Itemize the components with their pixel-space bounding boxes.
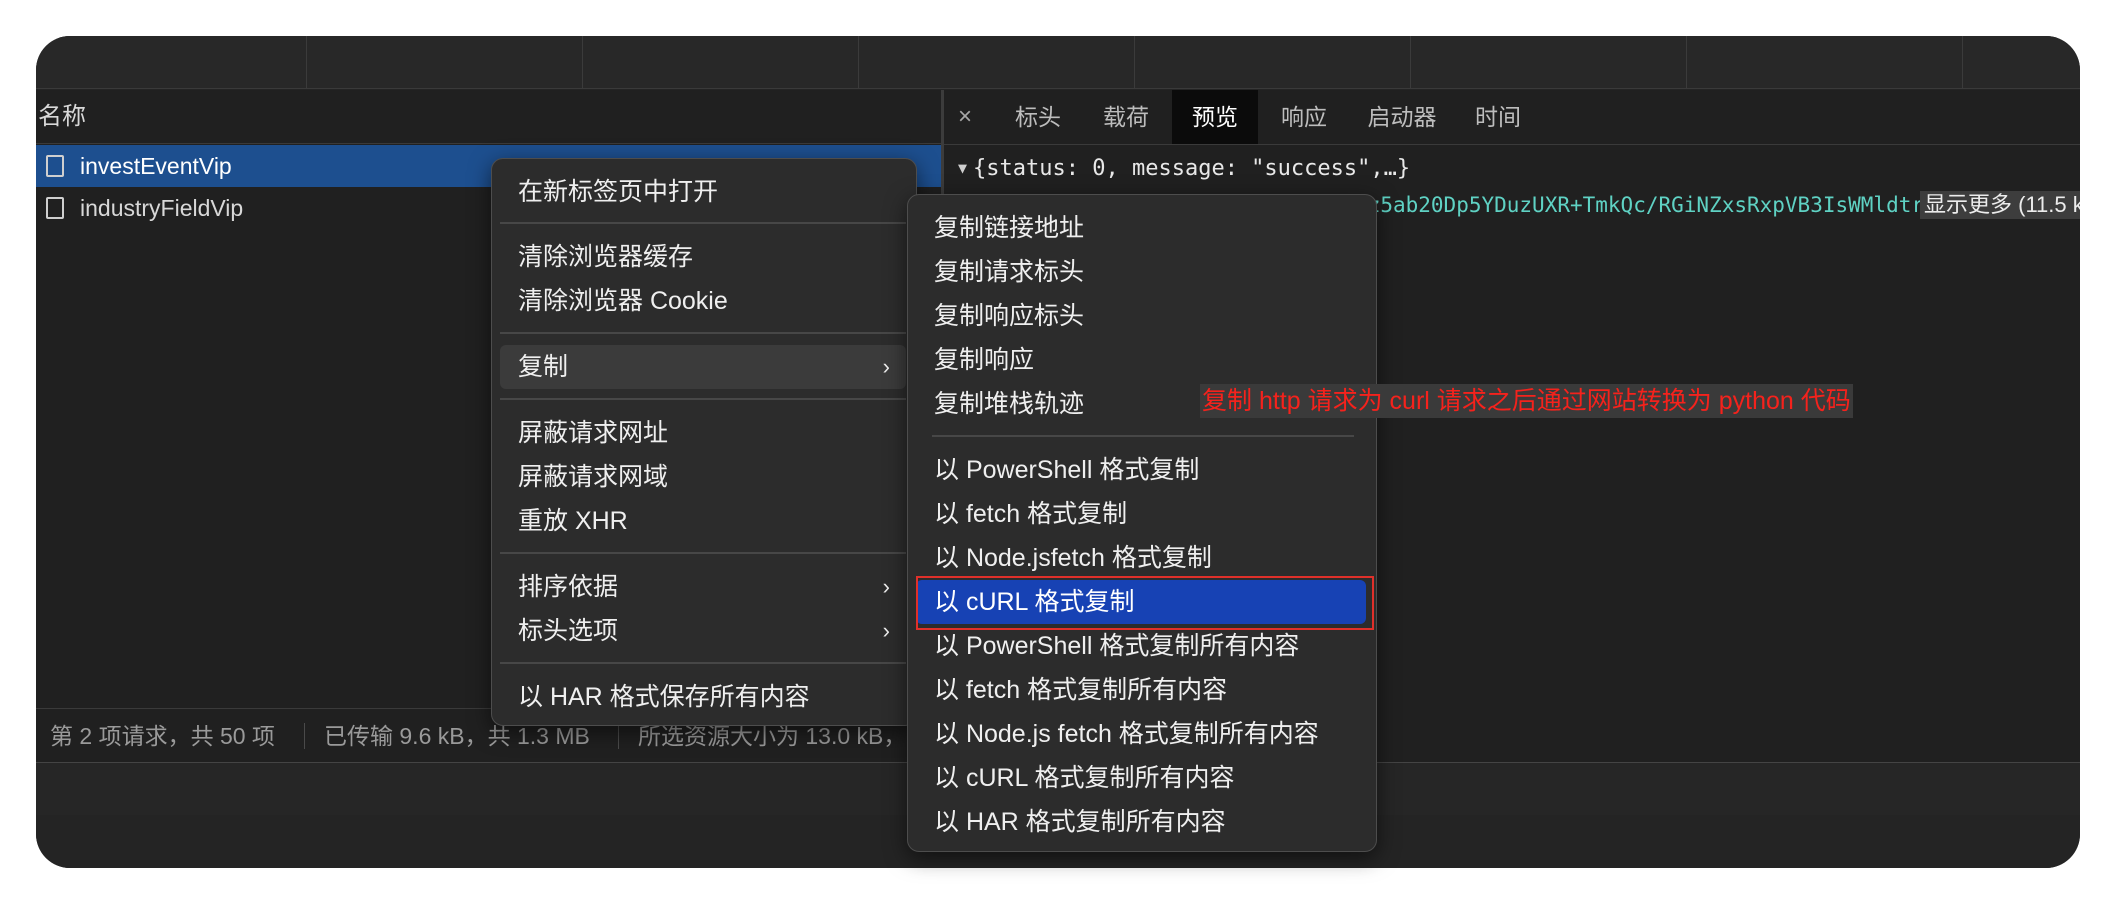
request-name: industryFieldVip <box>80 195 244 221</box>
status-divider <box>304 723 305 749</box>
copy-all-as-har[interactable]: 以 HAR 格式复制所有内容 <box>916 800 1366 844</box>
copy-as-nodejs-fetch[interactable]: 以 Node.jsfetch 格式复制 <box>916 536 1366 580</box>
column-separator <box>1410 36 1411 88</box>
copy-all-as-nodejs-fetch[interactable]: 以 Node.js fetch 格式复制所有内容 <box>916 712 1366 756</box>
context-menu: 在新标签页中打开 清除浏览器缓存 清除浏览器 Cookie 复制 › 屏蔽请求网… <box>491 158 917 726</box>
menu-copy-label: 复制 <box>518 353 569 381</box>
show-more-button[interactable]: 显示更多 (11.5 kB) <box>1920 191 2080 219</box>
menu-divider <box>932 435 1354 437</box>
tab-headers[interactable]: 标头 <box>996 90 1080 144</box>
menu-clear-cache[interactable]: 清除浏览器缓存 <box>500 235 906 279</box>
column-separator <box>582 36 583 88</box>
column-separator <box>1962 36 1963 88</box>
chevron-right-icon: › <box>882 354 890 379</box>
copy-response[interactable]: 复制响应 <box>916 338 1366 382</box>
name-column-header[interactable]: 名称 <box>36 90 941 144</box>
json-summary: {status: 0, message: "success",…} <box>973 156 1411 181</box>
chevron-right-icon: › <box>882 574 890 599</box>
copy-submenu: 复制链接地址 复制请求标头 复制响应标头 复制响应 复制堆栈轨迹 以 Power… <box>907 194 1377 852</box>
token-string: …4j7z5ab20Dp5YDuzUXR+TmkQc/RGiNZxsRxpVB3… <box>1317 193 1924 217</box>
tab-initiator[interactable]: 启动器 <box>1352 90 1452 144</box>
menu-copy[interactable]: 复制 › <box>500 345 906 389</box>
menu-sort-by-label: 排序依据 <box>518 573 619 601</box>
document-icon <box>46 197 64 219</box>
copy-as-powershell[interactable]: 以 PowerShell 格式复制 <box>916 448 1366 492</box>
menu-block-request-domain[interactable]: 屏蔽请求网域 <box>500 455 906 499</box>
menu-header-options-label: 标头选项 <box>518 617 619 645</box>
menu-divider <box>500 222 906 224</box>
annotation-highlight-box <box>916 576 1374 630</box>
tab-preview[interactable]: 预览 <box>1172 90 1258 144</box>
menu-sort-by[interactable]: 排序依据 › <box>500 565 906 609</box>
tab-response[interactable]: 响应 <box>1262 90 1346 144</box>
request-name: investEventVip <box>80 153 232 179</box>
column-separator <box>1134 36 1135 88</box>
menu-replay-xhr[interactable]: 重放 XHR <box>500 499 906 543</box>
column-separator <box>1686 36 1687 88</box>
status-request-count: 第 2 项请求，共 50 项 <box>50 723 275 749</box>
menu-block-request-url[interactable]: 屏蔽请求网址 <box>500 411 906 455</box>
json-root-line[interactable]: ▼ {status: 0, message: "success",…} <box>958 156 1410 181</box>
menu-divider <box>500 398 906 400</box>
column-separator <box>306 36 307 88</box>
chevron-right-icon: › <box>882 618 890 643</box>
menu-divider <box>500 552 906 554</box>
document-icon <box>46 155 64 177</box>
menu-open-in-new-tab[interactable]: 在新标签页中打开 <box>500 170 906 214</box>
copy-all-as-fetch[interactable]: 以 fetch 格式复制所有内容 <box>916 668 1366 712</box>
menu-clear-cookies[interactable]: 清除浏览器 Cookie <box>500 279 906 323</box>
tab-timing[interactable]: 时间 <box>1456 90 1540 144</box>
menu-save-all-as-har[interactable]: 以 HAR 格式保存所有内容 <box>500 675 906 719</box>
menu-header-options[interactable]: 标头选项 › <box>500 609 906 653</box>
status-divider <box>618 723 619 749</box>
close-icon[interactable]: × <box>958 90 972 144</box>
detail-tabs: × 标头 载荷 预览 响应 启动器 时间 <box>944 90 2080 145</box>
annotation-note: 复制 http 请求为 curl 请求之后通过网站转换为 python 代码 <box>1200 384 1853 418</box>
copy-all-as-curl[interactable]: 以 cURL 格式复制所有内容 <box>916 756 1366 800</box>
column-separator <box>858 36 859 88</box>
copy-as-fetch[interactable]: 以 fetch 格式复制 <box>916 492 1366 536</box>
copy-response-headers[interactable]: 复制响应标头 <box>916 294 1366 338</box>
copy-link-address[interactable]: 复制链接地址 <box>916 206 1366 250</box>
menu-divider <box>500 662 906 664</box>
copy-request-headers[interactable]: 复制请求标头 <box>916 250 1366 294</box>
menu-divider <box>500 332 906 334</box>
copy-all-as-powershell[interactable]: 以 PowerShell 格式复制所有内容 <box>916 624 1366 668</box>
expand-triangle-icon[interactable]: ▼ <box>958 159 967 177</box>
tab-payload[interactable]: 载荷 <box>1084 90 1168 144</box>
waterfall-header <box>36 36 2080 89</box>
